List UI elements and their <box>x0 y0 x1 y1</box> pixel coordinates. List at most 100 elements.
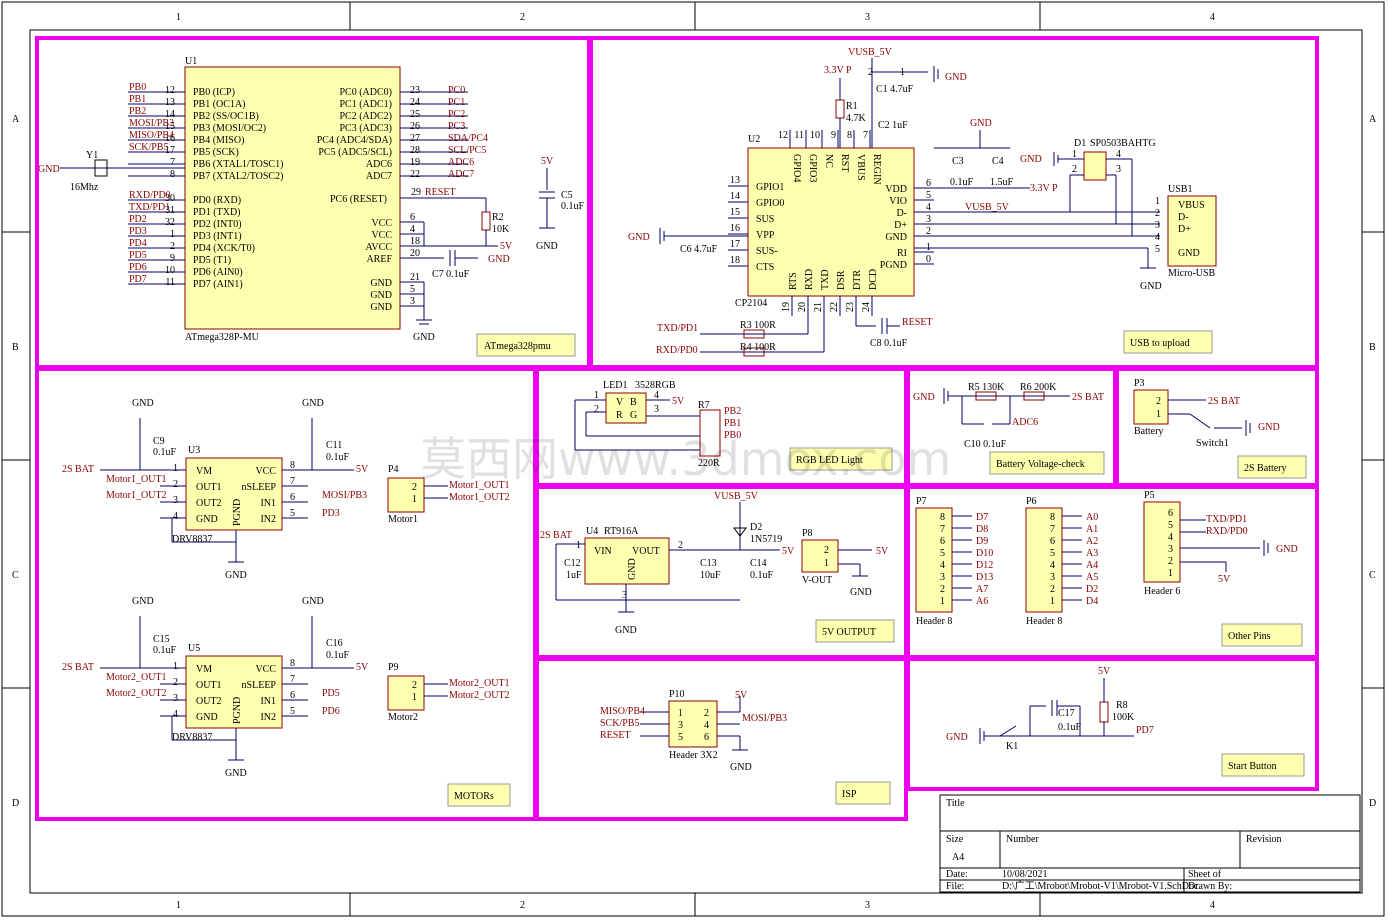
cp2104-top-num: 12 <box>778 130 788 141</box>
bc-gnd: GND <box>913 392 935 403</box>
mcu-reset-net: RESET <box>425 187 456 198</box>
header-pin: 1 <box>1050 596 1055 607</box>
usb1-pin-name: D+ <box>1178 224 1191 235</box>
d2-part: 1N5719 <box>750 534 782 545</box>
r2-value: 10K <box>492 224 510 235</box>
driver-out1-net: Motor2_OUT1 <box>106 672 167 683</box>
led-cell-v: V <box>616 397 624 408</box>
file-label: File: <box>946 881 964 892</box>
mcu-pin-num: 19 <box>410 157 420 168</box>
driver-pin-name: VCC <box>255 466 276 477</box>
header-pin: 8 <box>940 512 945 523</box>
mcu-power-name: AVCC <box>366 242 393 253</box>
mcu-pin-net: PD2 <box>129 214 147 225</box>
mcu-pin-name: PB7 (XTAL2/TOSC2) <box>193 171 283 182</box>
usb1-pin-num: 1 <box>1155 196 1160 207</box>
date-value: 10/08/2021 <box>1002 869 1048 880</box>
header-net: D4 <box>1086 596 1098 607</box>
header-pin: 6 <box>940 536 945 547</box>
header-pin: 1 <box>940 596 945 607</box>
driver-pin-num: 2 <box>173 677 178 688</box>
isp-net: SCK/PB5 <box>600 718 639 729</box>
led-cell-g: G <box>630 410 637 421</box>
header-net: A6 <box>976 596 988 607</box>
header-net: TXD/PD1 <box>1206 514 1247 525</box>
isp-pin: 3 <box>678 720 683 731</box>
mcu-part: ATmega328P-MU <box>185 332 260 343</box>
driver-pin-name: OUT1 <box>196 680 222 691</box>
cp2104-right-num: 3 <box>926 214 931 225</box>
grid-col-3-top: 3 <box>865 12 870 23</box>
header-ref: P6 <box>1026 496 1037 507</box>
usb1-pin-num: 5 <box>1155 244 1160 255</box>
cp2104-bottom-num: 20 <box>797 302 808 312</box>
mcu-pin-name: PC3 (ADC3) <box>339 123 392 134</box>
title-block: Title Size A4 Number Revision Date: 10/0… <box>939 794 1361 893</box>
r8-ref: R8 <box>1116 700 1128 711</box>
r8-value: 100K <box>1112 712 1135 723</box>
mcu-pin-net: PB2 <box>129 106 146 117</box>
mcu-pin-name: PB3 (MOSI/OC2) <box>193 123 266 134</box>
mcu-power-num: 20 <box>410 248 420 259</box>
driver-ref: U3 <box>188 445 200 456</box>
mcu-pin-name: PD2 (INT0) <box>193 219 242 230</box>
c12-value: 1uF <box>566 570 582 581</box>
usb1-pin-name: GND <box>1178 248 1200 259</box>
d1-pin4: 4 <box>1116 149 1121 160</box>
r2-ref: R2 <box>492 212 504 223</box>
grid-row-b-left: B <box>12 342 19 353</box>
cp2104-bottom-num: 19 <box>781 302 792 312</box>
led-net-pb1: PB1 <box>724 418 741 429</box>
header-pin: 3 <box>1050 572 1055 583</box>
driver-cap2-ref: C11 <box>326 440 342 451</box>
led-ref: LED1 <box>603 380 627 391</box>
cp2104-bottom-name: DTR <box>852 270 863 290</box>
motor-conn-pin: 2 <box>412 680 417 691</box>
d1-chip <box>1083 151 1107 181</box>
isp-pin: 5 <box>678 732 683 743</box>
cp2104-right-num: 6 <box>926 178 931 189</box>
header-net: A0 <box>1086 512 1098 523</box>
driver-gnd2: GND <box>302 596 324 607</box>
motor-conn-out2: Motor1_OUT2 <box>449 492 510 503</box>
cp2104-left-name: CTS <box>756 262 774 273</box>
driver-pin-name: OUT2 <box>196 498 222 509</box>
mcu-pin-net: PC2 <box>448 109 465 120</box>
c17-ref: C17 <box>1058 708 1075 719</box>
cp2104-left-name: SUS- <box>756 246 778 257</box>
c4-ref: C4 <box>992 156 1004 167</box>
cp2104-right-num: 5 <box>926 190 931 201</box>
grid-row-a-left: A <box>12 114 20 125</box>
mcu-pin-net: PC1 <box>448 97 465 108</box>
reg-pin1: 1 <box>576 540 581 551</box>
mcu-pin-name: ADC6 <box>366 159 392 170</box>
header-pin: 4 <box>1050 560 1055 571</box>
header-net: A5 <box>1086 572 1098 583</box>
mcu-pin-name: PD4 (XCK/T0) <box>193 243 255 254</box>
driver-pin-name: OUT1 <box>196 482 222 493</box>
number-label: Number <box>1006 834 1039 845</box>
r1-ref: R1 <box>846 101 858 112</box>
mcu-pin-num: 11 <box>165 277 175 288</box>
driver-gnd: GND <box>132 596 154 607</box>
driver-pin-name: VM <box>196 664 212 675</box>
driver-ref: U5 <box>188 643 200 654</box>
battery-block: P3 2 1 Battery 2S BAT GND Switch1 2S Bat… <box>1133 378 1307 479</box>
cp2104-right-name: D+ <box>894 220 907 231</box>
usb1-pin-num: 4 <box>1155 232 1160 243</box>
start-vcc: 5V <box>1098 666 1111 677</box>
reg-part: RT916A <box>604 526 639 537</box>
reg-pin2: 2 <box>678 540 683 551</box>
cp2104-left-num: 17 <box>730 239 740 250</box>
mcu-pin-name: PC1 (ADC1) <box>339 99 392 110</box>
mcu-gnd-name: GND <box>370 290 392 301</box>
mcu-pin-num: 25 <box>410 109 420 120</box>
motor-conn-pin: 1 <box>412 692 417 703</box>
mcu-block: U1 ATmega328P-MU PB0 (ICP) 12 PB0 PB1 (OC1A… <box>38 56 585 357</box>
mcu-pin-net: MOSI/PB3 <box>129 118 174 129</box>
motor-conn-pin: 2 <box>412 482 417 493</box>
usb1-gnd: GND <box>1140 281 1162 292</box>
reg-gnd-label: GND <box>615 625 637 636</box>
header-name: Header 6 <box>1144 586 1180 597</box>
c1-pin1: 1 <box>900 67 905 78</box>
